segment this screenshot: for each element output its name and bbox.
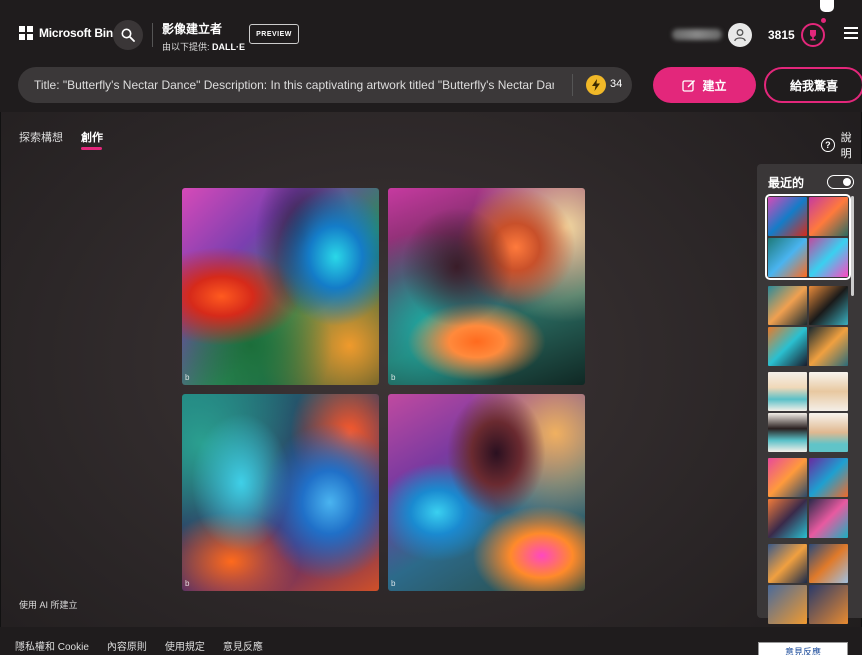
recent-title: 最近的 — [768, 176, 805, 190]
prompt-divider — [572, 74, 573, 96]
recent-thumbnail-group[interactable] — [765, 194, 851, 280]
recent-thumbnail — [809, 413, 848, 452]
trophy-icon — [810, 30, 816, 41]
powered-by-model: DALL·E — [212, 42, 246, 52]
extension-tab[interactable] — [820, 0, 834, 12]
recent-thumbnail-group[interactable] — [768, 372, 848, 452]
product-name: 影像建立者 — [162, 22, 223, 36]
tab-create[interactable]: 創作 — [81, 129, 103, 145]
toggle-knob — [843, 177, 851, 186]
boost-count: 34 — [610, 78, 623, 90]
help-label: 說明 — [840, 132, 852, 160]
help-link[interactable]: ? 說明 — [821, 129, 862, 161]
recent-scrollbar[interactable] — [851, 196, 854, 296]
recent-thumbnail — [809, 499, 848, 538]
prompt-text[interactable]: Title: "Butterfly's Nectar Dance" Descri… — [34, 78, 554, 92]
made-with-ai-note: 使用 AI 所建立 — [19, 600, 78, 610]
lightning-icon — [592, 79, 600, 91]
search-icon — [121, 28, 135, 42]
recent-thumbnail — [768, 286, 807, 325]
avatar[interactable] — [728, 23, 752, 47]
recent-thumbnail — [809, 327, 848, 366]
menu-icon-line — [844, 27, 858, 29]
bing-home-link[interactable]: Microsoft Bing — [19, 26, 120, 40]
bing-watermark-icon: b — [185, 579, 190, 588]
bing-watermark-icon: b — [391, 579, 396, 588]
recent-thumbnail — [768, 197, 807, 236]
footer-link-terms[interactable]: 使用規定 — [165, 638, 205, 653]
recent-thumbnail-group[interactable] — [768, 544, 848, 624]
menu-button[interactable] — [844, 27, 858, 42]
recent-thumbnail-group[interactable] — [768, 286, 848, 366]
notification-dot — [821, 18, 826, 23]
bing-watermark-icon: b — [391, 373, 396, 382]
feedback-button[interactable]: 意見反應 — [758, 642, 848, 655]
generated-image-4[interactable]: b — [388, 394, 585, 591]
microsoft-logo-icon — [19, 26, 33, 40]
menu-icon-line — [844, 37, 858, 39]
recent-thumbnail — [809, 197, 848, 236]
recent-thumbnail — [768, 413, 807, 452]
footer-link-privacy[interactable]: 隱私權和 Cookie — [15, 638, 89, 653]
footer-links: 隱私權和 Cookie 內容原則 使用規定 意見反應 — [15, 638, 263, 653]
create-button[interactable]: 建立 — [653, 67, 756, 103]
recent-thumbnail — [768, 372, 807, 411]
preview-badge: PREVIEW — [249, 24, 299, 44]
generated-image-3[interactable]: b — [182, 394, 379, 591]
menu-icon-line — [844, 32, 858, 34]
rewards-points[interactable]: 3815 — [768, 28, 795, 42]
recent-thumbnail — [768, 327, 807, 366]
prompt-input[interactable]: Title: "Butterfly's Nectar Dance" Descri… — [18, 67, 632, 103]
user-name-blurred[interactable] — [672, 29, 722, 40]
generated-image-1[interactable]: b — [182, 188, 379, 385]
generated-image-2[interactable]: b — [388, 188, 585, 385]
product-title: 影像建立者 由以下提供: DALL·E — [162, 20, 245, 53]
powered-by-prefix: 由以下提供: — [162, 42, 210, 52]
bing-watermark-icon: b — [185, 373, 190, 382]
recent-thumbnail — [809, 458, 848, 497]
recent-thumbnail — [809, 544, 848, 583]
surprise-me-button[interactable]: 給我驚喜 — [764, 67, 862, 103]
recent-thumbnail — [768, 458, 807, 497]
footer-link-feedback[interactable]: 意見反應 — [223, 638, 263, 653]
search-button[interactable] — [113, 20, 143, 50]
brand-name: Microsoft Bing — [39, 26, 121, 40]
recent-thumbnail-group[interactable] — [768, 458, 848, 538]
recent-thumbnail — [809, 585, 848, 624]
recent-thumbnail — [768, 238, 807, 277]
recent-toggle[interactable] — [827, 175, 854, 189]
header-divider — [152, 23, 153, 47]
recent-thumbnail — [768, 499, 807, 538]
active-tab-indicator — [81, 147, 102, 150]
footer-link-content-policy[interactable]: 內容原則 — [107, 638, 147, 653]
boost-icon — [586, 75, 606, 95]
help-icon: ? — [821, 138, 835, 152]
create-label: 建立 — [702, 78, 727, 93]
recent-thumbnail — [768, 585, 807, 624]
create-icon — [682, 79, 696, 92]
rewards-button[interactable] — [801, 23, 825, 47]
recent-thumbnail — [809, 286, 848, 325]
recent-thumbnail — [809, 372, 848, 411]
recent-thumbnail — [768, 544, 807, 583]
recent-thumbnail — [809, 238, 848, 277]
user-icon — [734, 29, 746, 42]
tab-explore[interactable]: 探索構想 — [19, 129, 63, 145]
powered-by: 由以下提供: DALL·E — [162, 40, 245, 53]
